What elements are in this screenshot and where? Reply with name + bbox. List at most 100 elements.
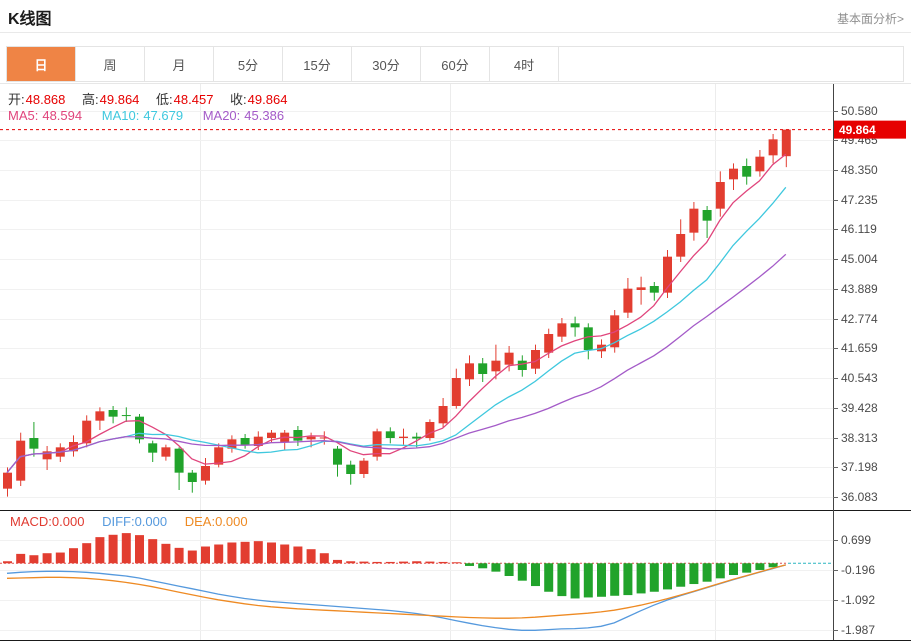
macd-bar (571, 563, 580, 598)
candle-body (122, 415, 131, 416)
candle-body (465, 363, 474, 379)
tab-5min[interactable]: 5分 (214, 47, 283, 81)
macd-bar (505, 563, 514, 576)
ma10-line (7, 187, 786, 472)
tab-30min[interactable]: 30分 (352, 47, 421, 81)
macd-bar (3, 561, 12, 563)
macd-bar (333, 560, 342, 563)
macd-bar (135, 535, 144, 563)
candle-body (29, 438, 38, 449)
macd-bar (161, 544, 170, 563)
macd-bar (386, 562, 395, 563)
candle-body (571, 323, 580, 327)
macd-bar (769, 563, 778, 567)
tabbar-filler (559, 47, 903, 81)
high-value: 49.864 (100, 92, 140, 107)
candle-body (557, 323, 566, 336)
candle-body (333, 449, 342, 465)
dea-readout: DEA:0.000 (185, 514, 248, 529)
macd-tick-label: -0.196 (841, 563, 875, 577)
macd-bar (148, 539, 157, 563)
candle-body (241, 438, 250, 445)
high-pair: 高:49.864 (82, 92, 139, 107)
candle-body (782, 130, 791, 157)
macd-bar (201, 547, 210, 564)
macd-bar (307, 549, 316, 563)
candle-body (505, 353, 514, 365)
close-value: 49.864 (248, 92, 288, 107)
macd-bar (122, 533, 131, 563)
price-tick-label: 43.889 (841, 282, 878, 296)
candle-body (769, 139, 778, 155)
tab-week[interactable]: 周 (76, 47, 145, 81)
candle-body (623, 289, 632, 313)
macd-bar (267, 542, 276, 563)
macd-bar (729, 563, 738, 575)
macd-bar (425, 562, 434, 564)
candle-body (716, 182, 725, 209)
ma5-readout: MA5:48.594 (8, 108, 82, 123)
candle-body (637, 287, 646, 290)
macd-bar (650, 563, 659, 591)
macd-bar (188, 551, 197, 564)
macd-bar (254, 541, 263, 563)
macd-bar (465, 563, 474, 566)
candle-body (755, 157, 764, 172)
tab-15min[interactable]: 15分 (283, 47, 352, 81)
candle-body (703, 210, 712, 221)
macd-bar (676, 563, 685, 586)
candle-body (359, 461, 368, 474)
macd-bar (491, 563, 500, 571)
candle-body (161, 447, 170, 456)
macd-bar (478, 563, 487, 568)
open-value: 48.868 (26, 92, 66, 107)
macd-bar (359, 562, 368, 564)
low-value: 48.457 (174, 92, 214, 107)
tab-day[interactable]: 日 (7, 47, 76, 81)
candle-body (425, 422, 434, 438)
candle-body (742, 166, 751, 177)
candle-body (307, 437, 316, 440)
price-tick-label: 47.235 (841, 193, 878, 207)
candle-body (689, 209, 698, 233)
price-tick-label: 40.543 (841, 371, 878, 385)
low-pair: 低:48.457 (156, 92, 213, 107)
macd-bar (663, 563, 672, 589)
macd-bar (703, 563, 712, 581)
candle-body (452, 378, 461, 406)
macd-bar (755, 563, 764, 570)
price-tick-label: 37.198 (841, 460, 878, 474)
last-price-tag-value: 49.864 (839, 123, 876, 137)
price-tick-label: 48.350 (841, 163, 878, 177)
tab-4hour[interactable]: 4时 (490, 47, 559, 81)
candle-body (439, 406, 448, 423)
price-tick-label: 42.774 (841, 312, 878, 326)
candle-body (109, 410, 118, 417)
ma10-readout: MA10:47.679 (102, 108, 183, 123)
macd-bar (716, 563, 725, 578)
open-pair: 开:48.868 (8, 92, 65, 107)
ohlc-row: 开:48.868 高:49.864 低:48.457 收:49.864 (8, 89, 300, 108)
candle-body (584, 327, 593, 350)
candle-body (399, 437, 408, 438)
candle-body (650, 286, 659, 293)
tab-60min[interactable]: 60分 (421, 47, 490, 81)
macd-bar (412, 561, 421, 563)
tab-month[interactable]: 月 (145, 47, 214, 81)
ma-row: MA5:48.594 MA10:47.679 MA20:45.386 (8, 108, 300, 123)
macd-bar (584, 563, 593, 597)
macd-bar (82, 543, 91, 563)
macd-bar (95, 537, 104, 563)
candle-body (346, 465, 355, 474)
macd-bar (399, 562, 408, 564)
candle-body (293, 430, 302, 441)
close-pair: 收:49.864 (230, 92, 287, 107)
macd-bar (175, 548, 184, 563)
macd-tick-label: -1.987 (841, 623, 875, 637)
candle-body (95, 411, 104, 420)
macd-bar (742, 563, 751, 572)
candle-body (518, 361, 527, 370)
macd-bar (109, 535, 118, 563)
macd-bar (346, 561, 355, 563)
macd-bar (56, 553, 65, 564)
